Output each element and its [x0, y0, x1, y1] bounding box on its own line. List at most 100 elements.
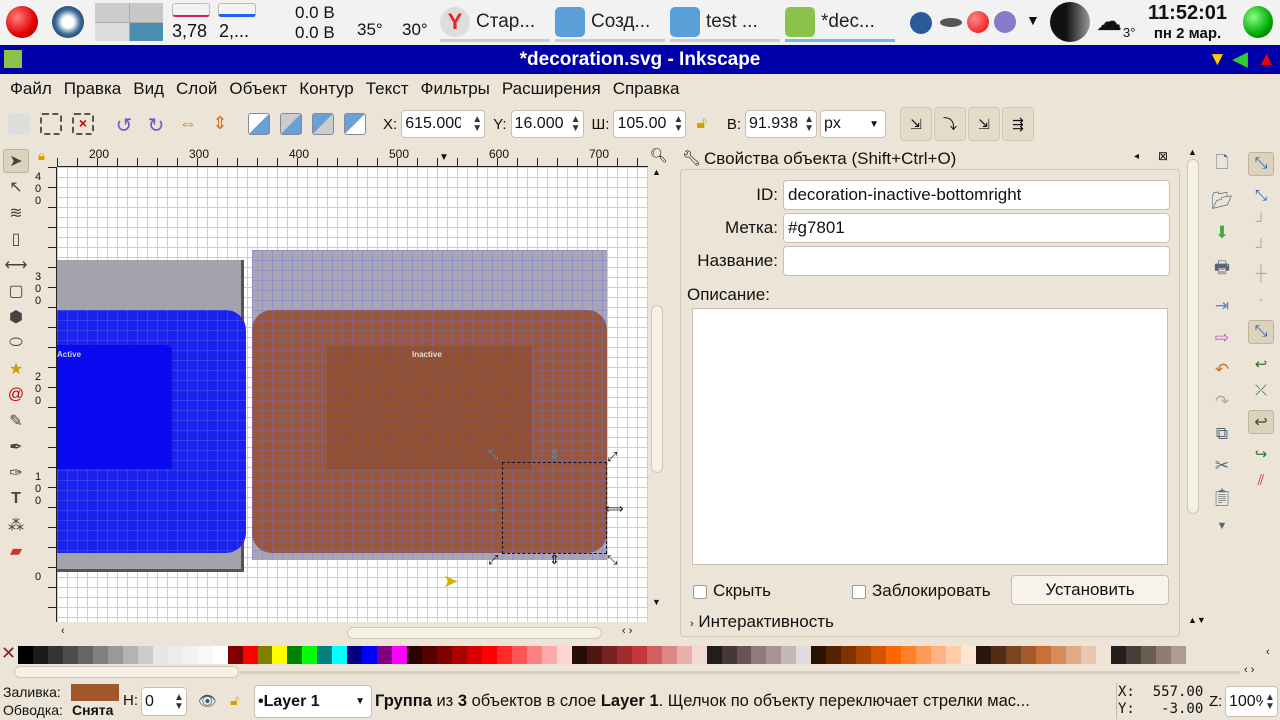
color-swatch[interactable] — [332, 646, 348, 664]
menu-object[interactable]: Объект — [223, 79, 293, 99]
menu-path[interactable]: Контур — [293, 79, 360, 99]
weather-cloud-icon[interactable]: ☁ — [1096, 6, 1122, 37]
color-swatch[interactable] — [826, 646, 842, 664]
guide-lock-icon[interactable]: 🔒︎ — [38, 148, 45, 164]
export-icon[interactable]: ⇨ — [1215, 328, 1229, 348]
color-swatch[interactable] — [841, 646, 857, 664]
id-input[interactable]: decoration-inactive-bottomright — [783, 180, 1170, 210]
rotate-cw-icon[interactable]: ↻ — [145, 113, 167, 137]
color-swatch[interactable] — [392, 646, 408, 664]
status-green-icon[interactable] — [1243, 6, 1273, 38]
flip-vertical-icon[interactable]: ⇕ — [209, 113, 231, 135]
color-swatch[interactable] — [706, 646, 722, 664]
color-swatch[interactable] — [811, 646, 827, 664]
color-swatch[interactable] — [976, 646, 991, 664]
tray-expand-icon[interactable]: ▼ — [1026, 12, 1040, 28]
color-swatch[interactable] — [302, 646, 318, 664]
set-button[interactable]: Установить — [1011, 575, 1169, 605]
snap-smooth-icon[interactable]: ↪ — [1255, 445, 1268, 463]
red-ball-tray-icon[interactable] — [967, 11, 989, 33]
raise-to-top-icon[interactable] — [248, 113, 270, 135]
color-swatch[interactable] — [107, 646, 123, 664]
snap-bbox-edge-icon[interactable]: ┘ — [1256, 213, 1267, 230]
zoom-input[interactable]: 100%▲▼ — [1225, 686, 1278, 717]
y-input[interactable]: 16.000 ▲ ▼ — [510, 110, 584, 138]
snap-nodes-icon[interactable]: ⤡ — [1248, 320, 1274, 344]
color-swatch[interactable] — [1110, 646, 1126, 664]
checkbox-box[interactable] — [693, 584, 707, 599]
skew-handle-icon[interactable]: ⇕ — [549, 447, 560, 463]
palette-menu-icon[interactable]: ‹ — [1266, 646, 1270, 658]
color-swatch[interactable] — [1020, 646, 1036, 664]
menu-filters[interactable]: Фильтры — [415, 79, 496, 99]
checkbox-box[interactable] — [852, 584, 866, 599]
skew-handle-icon[interactable]: ⤡ — [488, 447, 498, 463]
select-all-layers-icon[interactable] — [40, 113, 62, 135]
color-swatch[interactable] — [1005, 646, 1021, 664]
selection-bbox[interactable] — [502, 462, 607, 554]
palette-scrollbar[interactable]: ‹ › — [0, 664, 1280, 680]
snap-bbox-icon[interactable]: ⤡ — [1255, 187, 1267, 204]
spin-arrows-icon[interactable]: ▲ ▼ — [172, 692, 186, 711]
import-icon[interactable]: ⇥ — [1215, 296, 1229, 316]
lock-proportions-icon[interactable]: 🔓︎ — [696, 115, 706, 133]
3dbox-tool[interactable]: ⬢ — [3, 305, 29, 329]
color-swatch[interactable] — [422, 646, 438, 664]
pen-tool[interactable]: ✒ — [3, 435, 29, 459]
redo-icon[interactable]: ↷ — [1215, 392, 1229, 412]
color-swatch[interactable] — [886, 646, 902, 664]
color-swatch[interactable] — [1095, 646, 1111, 664]
transform-patterns-toggle[interactable]: ⇶ — [1002, 107, 1035, 141]
skew-handle-icon[interactable]: ⇔ — [487, 501, 500, 516]
color-swatch[interactable] — [676, 646, 692, 664]
menu-layer[interactable]: Слой — [170, 79, 223, 99]
color-swatch[interactable] — [556, 646, 572, 664]
snap-bbox-center-icon[interactable]: ⋅ — [1259, 291, 1264, 309]
print-icon[interactable]: 🖶︎ — [1214, 255, 1230, 284]
inactive-title-rect[interactable] — [327, 346, 532, 469]
cut-icon[interactable]: ✂ — [1215, 456, 1229, 476]
snap-cusp-icon[interactable]: ↩ — [1248, 410, 1274, 434]
color-swatch[interactable] — [1035, 646, 1051, 664]
color-swatch[interactable] — [407, 646, 423, 664]
menu-edit[interactable]: Правка — [58, 79, 127, 99]
height-input[interactable]: 91.938 ▲ ▼ — [745, 110, 818, 138]
width-input[interactable]: 105.000▲▼ — [613, 110, 687, 138]
more-icon[interactable]: ▼ — [1217, 520, 1228, 532]
color-swatch[interactable] — [916, 646, 932, 664]
color-swatch[interactable] — [47, 646, 63, 664]
spiral-tool[interactable]: @ — [3, 383, 29, 407]
layer-select[interactable]: •Layer 1 ▼ — [254, 685, 372, 718]
spray-tool[interactable]: ⁂ — [3, 513, 29, 537]
color-swatch[interactable] — [1050, 646, 1066, 664]
canvas-vertical-scrollbar[interactable]: ▲ ▼ — [649, 167, 665, 622]
close-icon[interactable]: ▲ — [1257, 45, 1276, 74]
color-swatch[interactable] — [182, 646, 198, 664]
paste-icon[interactable]: 📋︎ — [1211, 488, 1233, 508]
measure-tool[interactable]: ⟷ — [3, 253, 29, 277]
rect-tool[interactable]: ▢ — [3, 279, 29, 303]
color-swatch[interactable] — [257, 646, 273, 664]
color-swatch[interactable] — [437, 646, 453, 664]
menu-help[interactable]: Справка — [607, 79, 686, 99]
label-input[interactable]: #g7801 — [783, 213, 1170, 243]
snap-bbox-corner-icon[interactable]: ┘ — [1256, 239, 1267, 256]
color-swatch[interactable] — [32, 646, 48, 664]
spin-arrows-icon[interactable]: ▲ ▼ — [470, 115, 484, 134]
task-editor[interactable]: Созд... — [555, 4, 665, 42]
layer-lock-icon[interactable]: 🔓︎ — [230, 692, 239, 709]
scale-handle-icon[interactable]: ⇕ — [549, 552, 560, 568]
stroke-value[interactable]: Снята — [72, 702, 113, 718]
lower-to-bottom-icon[interactable] — [344, 113, 366, 135]
lock-checkbox[interactable]: Заблокировать — [852, 581, 991, 601]
color-swatch[interactable] — [77, 646, 93, 664]
spin-arrows-icon[interactable]: ▲ ▼ — [671, 115, 685, 134]
canvas-horizontal-scrollbar[interactable]: ‹ ‹ › — [57, 625, 648, 640]
color-swatch[interactable] — [961, 646, 976, 664]
workspace-pager[interactable] — [95, 3, 163, 41]
color-swatch[interactable] — [272, 646, 288, 664]
scale-handle-icon[interactable]: ⟺ — [605, 501, 624, 517]
scale-corners-toggle[interactable]: ⤵ — [934, 107, 967, 141]
task-file-manager[interactable]: test ... — [670, 4, 780, 42]
color-swatch[interactable] — [541, 646, 557, 664]
